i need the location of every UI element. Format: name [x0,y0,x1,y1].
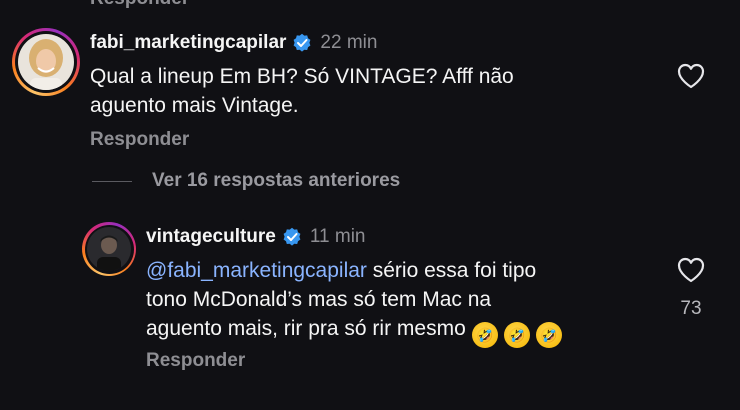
comment1-like-heart-icon[interactable] [676,62,706,90]
comment1-line2: aguento mais Vintage. [90,94,299,117]
comment2-like-count[interactable]: 73 [671,298,711,320]
comment2-line1-rest: sério essa foi tipo [366,259,537,282]
comment2-line3: aguento mais, rir pra só rir mesmo 🤣 🤣 🤣 [146,314,562,348]
verified-badge-icon [283,227,301,246]
comment2-reply-button[interactable]: Responder [146,350,245,372]
comment2-header: vintageculture 11 min [146,226,366,248]
comment2-like-heart-icon[interactable] [676,256,706,284]
view-replies-label[interactable]: Ver 16 respostas anteriores [152,170,400,192]
username-fabi[interactable]: fabi_marketingcapilar [90,32,286,54]
comment1-line1: Qual a lineup Em BH? Só VINTAGE? Afff nã… [90,65,514,88]
avatar-fabi[interactable] [12,28,80,96]
comment2-line2: tono McDonald’s mas só tem Mac na [146,288,492,311]
comment2-text: @fabi_marketingcapilar sério essa foi ti… [146,256,562,348]
avatar-photo-fabi [18,34,74,90]
comment1-reply-button[interactable]: Responder [90,129,189,151]
comment1-time: 22 min [320,32,378,53]
comment1-header: fabi_marketingcapilar 22 min [90,32,377,54]
avatar-vintageculture[interactable] [82,222,136,276]
verified-badge-icon [294,33,311,52]
comment2-time: 11 min [309,226,366,247]
comment2-line1: @fabi_marketingcapilar sério essa foi ti… [146,256,562,285]
comment2-line3-text: aguento mais, rir pra só rir mesmo [146,317,466,340]
comment1-text: Qual a lineup Em BH? Só VINTAGE? Afff nã… [90,62,514,120]
laughing-emoji-icon: 🤣 [535,322,562,348]
previous-reply-button[interactable]: Responder [90,0,189,10]
laughing-emoji-icon: 🤣 [503,322,530,348]
replies-divider-line [92,180,132,182]
view-previous-replies[interactable]: Ver 16 respostas anteriores [92,170,400,192]
username-vintageculture[interactable]: vintageculture [146,226,276,248]
laughing-emoji-icon: 🤣 [471,322,498,348]
mention-link[interactable]: @fabi_marketingcapilar [146,259,367,282]
avatar-photo-vintageculture [87,227,131,271]
